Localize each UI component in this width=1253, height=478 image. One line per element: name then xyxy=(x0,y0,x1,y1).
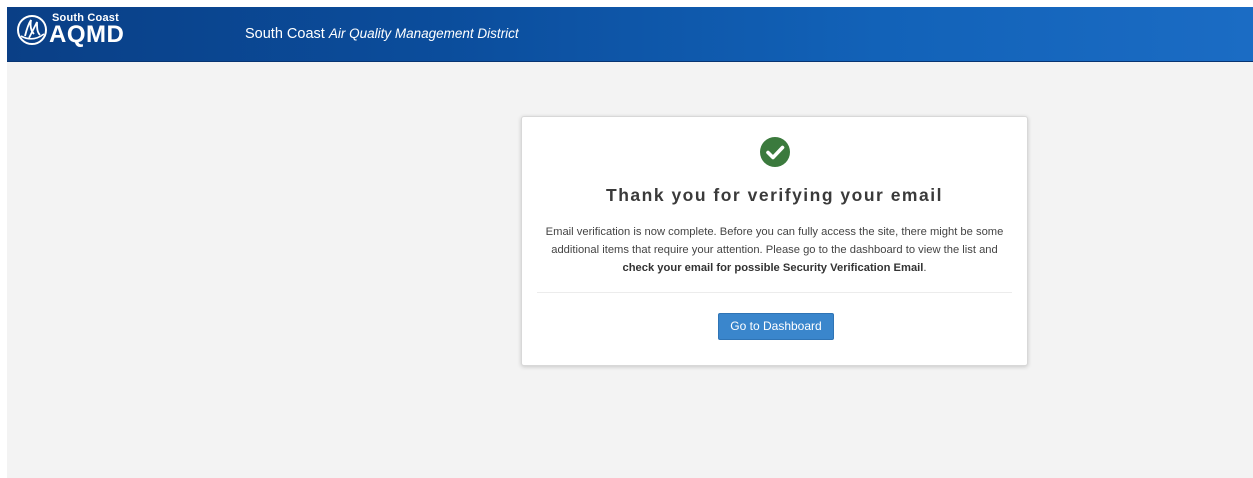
aqmd-logo[interactable]: South Coast AQMD xyxy=(16,10,146,56)
site-title-italic: Air Quality Management District xyxy=(328,26,519,41)
message-end: . xyxy=(923,262,927,274)
page-title: Thank you for verifying your email xyxy=(606,185,943,205)
page-background: South Coast AQMD South Coast Air Quality… xyxy=(7,7,1253,478)
check-circle-icon xyxy=(760,137,790,167)
go-to-dashboard-button[interactable]: Go to Dashboard xyxy=(718,313,834,340)
verification-card: Thank you for verifying your email Email… xyxy=(521,116,1028,366)
site-title: South Coast Air Quality Management Distr… xyxy=(245,25,519,43)
site-title-plain: South Coast xyxy=(245,26,325,42)
message-text: Email verification is now complete. Befo… xyxy=(545,226,1004,256)
logo-main-text: AQMD xyxy=(49,21,125,48)
site-header: South Coast AQMD South Coast Air Quality… xyxy=(7,7,1253,62)
divider xyxy=(537,292,1012,293)
verification-message: Email verification is now complete. Befo… xyxy=(538,223,1011,277)
aqmd-logo-icon xyxy=(17,15,47,45)
message-bold-text: check your email for possible Security V… xyxy=(622,262,924,274)
